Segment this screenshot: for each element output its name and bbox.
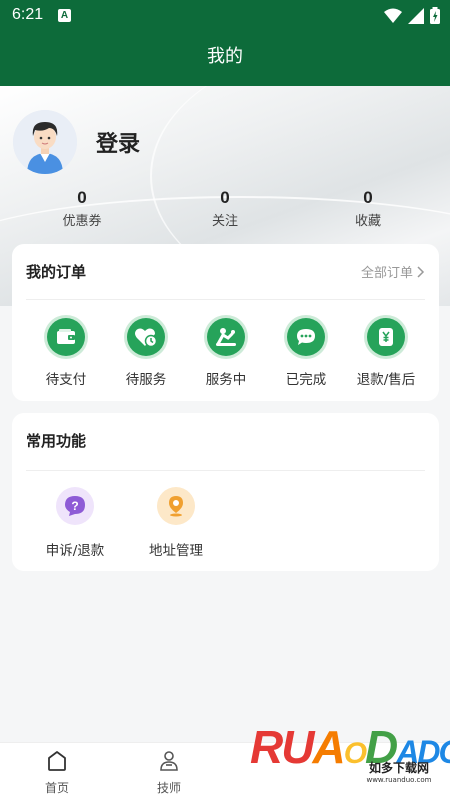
watermark-caption: 如多下载网 www.ruanduo.com — [364, 759, 434, 784]
system-icons — [384, 7, 440, 24]
order-status-refund[interactable]: 退款/售后 — [349, 318, 423, 388]
user-avatar-icon — [13, 110, 77, 174]
signal-icon — [408, 7, 424, 24]
functions-title: 常用功能 — [26, 432, 87, 450]
stat-label: 收藏 — [354, 214, 381, 229]
tab-technician[interactable]: 技师 — [139, 749, 199, 796]
function-appeal-refund[interactable]: ? 申诉/退款 — [30, 487, 120, 559]
stat-value: 0 — [363, 188, 373, 207]
order-status-pending-payment[interactable]: 待支付 — [29, 318, 103, 388]
technician-icon — [160, 751, 178, 771]
orders-title: 我的订单 — [26, 263, 87, 281]
tab-label: 技师 — [156, 781, 181, 795]
page-title: 我的 — [0, 32, 450, 86]
chevron-right-icon — [417, 265, 425, 278]
orders-card: 我的订单 全部订单 待支付 待服务 服务中 已完成 退款/售后 — [12, 244, 439, 401]
status-time: 6:21 — [12, 6, 44, 23]
function-address-management[interactable]: 地址管理 — [131, 487, 221, 559]
function-label: 地址管理 — [149, 543, 203, 559]
stat-coupons[interactable]: 0 优惠券 — [27, 188, 137, 229]
avatar[interactable] — [13, 110, 77, 174]
order-status-label: 退款/售后 — [356, 372, 416, 388]
function-label: 申诉/退款 — [45, 543, 105, 559]
battery-icon — [430, 7, 440, 24]
watermark-url: www.ruanduo.com — [366, 776, 432, 784]
notification-icon: A — [58, 9, 71, 22]
heart-clock-icon — [127, 318, 165, 356]
stat-label: 优惠券 — [62, 214, 102, 229]
stat-following[interactable]: 0 关注 — [170, 188, 280, 229]
stat-value: 0 — [77, 188, 87, 207]
login-link[interactable]: 登录 — [96, 126, 140, 158]
status-bar: 6:21 A — [0, 0, 450, 32]
order-status-pending-service[interactable]: 待服务 — [109, 318, 183, 388]
order-status-label: 已完成 — [285, 372, 327, 388]
all-orders-link[interactable]: 全部订单 — [361, 262, 425, 281]
chat-bubble-icon — [287, 318, 325, 356]
massage-icon — [207, 318, 245, 356]
wallet-icon — [47, 318, 85, 356]
location-pin-icon — [157, 487, 195, 525]
order-status-label: 服务中 — [205, 372, 247, 388]
tab-home[interactable]: 首页 — [27, 749, 87, 796]
question-icon: ? — [56, 487, 94, 525]
stat-label: 关注 — [211, 214, 238, 229]
yen-refund-icon — [367, 318, 405, 356]
watermark-logo: RUAODADO 如多下载网 www.ruanduo.com — [250, 717, 450, 797]
wifi-icon — [384, 8, 402, 23]
watermark-cn: 如多下载网 — [368, 761, 429, 775]
order-status-label: 待支付 — [45, 372, 87, 388]
functions-card: 常用功能 ? 申诉/退款 地址管理 — [12, 413, 439, 571]
all-orders-label: 全部订单 — [360, 266, 413, 281]
order-status-label: 待服务 — [125, 372, 167, 388]
order-status-completed[interactable]: 已完成 — [269, 318, 343, 388]
tab-label: 首页 — [44, 781, 69, 795]
svg-text:?: ? — [71, 499, 78, 513]
order-status-in-service[interactable]: 服务中 — [189, 318, 263, 388]
stat-value: 0 — [220, 188, 230, 207]
stat-favorites[interactable]: 0 收藏 — [313, 188, 423, 229]
home-icon — [48, 751, 66, 771]
